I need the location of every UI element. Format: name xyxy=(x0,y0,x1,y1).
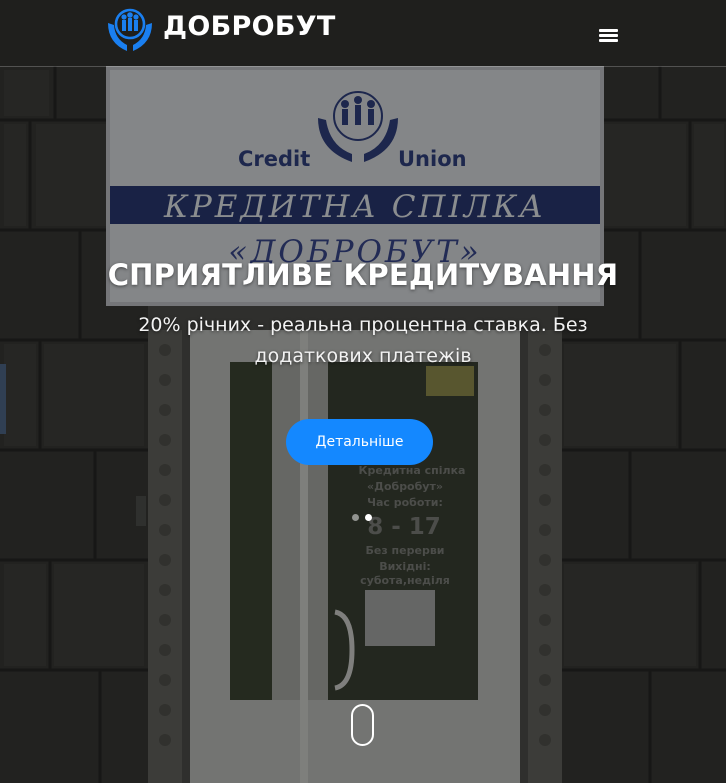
slide-title: СПРИЯТЛИВЕ КРЕДИТУВАННЯ xyxy=(107,258,619,292)
brand-link[interactable]: ДОБРОБУТ xyxy=(106,4,336,54)
hamburger-menu-icon[interactable] xyxy=(596,24,622,44)
top-navbar: ДОБРОБУТ xyxy=(0,0,726,67)
menu-line xyxy=(599,29,618,32)
hero-section: Credit Union КРЕДИТНА СПІЛКА «ДОБРОБУТ» … xyxy=(0,0,726,783)
details-button[interactable]: Детальніше xyxy=(286,419,433,465)
dark-overlay xyxy=(0,0,726,783)
menu-line xyxy=(599,39,618,42)
slide-subtitle: 20% річних - реальна процентна ставка. Б… xyxy=(138,314,588,367)
brand-name: ДОБРОБУТ xyxy=(163,10,336,42)
carousel-dot-2-active[interactable] xyxy=(365,514,372,521)
carousel-indicators xyxy=(352,514,378,521)
carousel-dot-1[interactable] xyxy=(352,514,359,521)
scroll-mouse-icon[interactable] xyxy=(351,704,374,746)
menu-line xyxy=(599,34,618,37)
hands-family-icon xyxy=(108,8,152,51)
